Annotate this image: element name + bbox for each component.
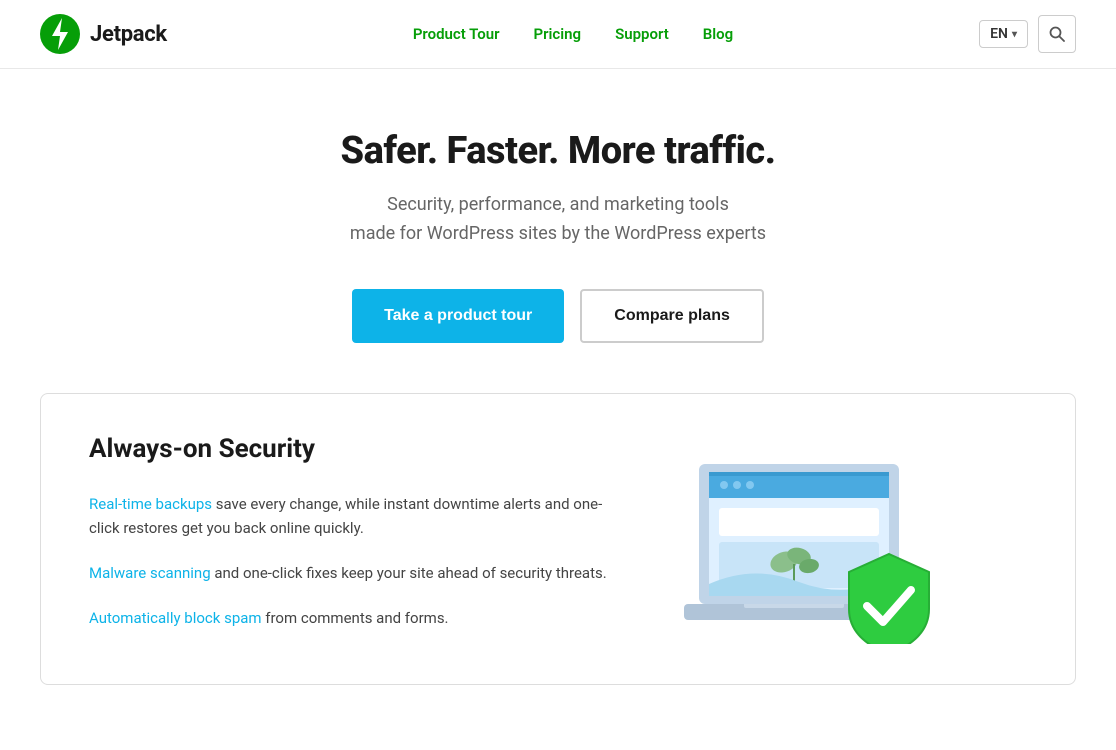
card-paragraph-2-text: and one-click fixes keep your site ahead… [211, 564, 607, 582]
card-title: Always-on Security [89, 434, 609, 464]
header: Jetpack Product Tour Pricing Support Blo… [0, 0, 1116, 69]
security-section: Always-on Security Real-time backups sav… [0, 393, 1116, 725]
malware-scanning-link[interactable]: Malware scanning [89, 564, 211, 582]
hero-subtitle: Security, performance, and marketing too… [40, 191, 1076, 249]
laptop-security-image [654, 434, 944, 644]
card-paragraph-3: Automatically block spam from comments a… [89, 606, 609, 631]
block-spam-link[interactable]: Automatically block spam [89, 609, 262, 627]
nav-support[interactable]: Support [601, 19, 683, 49]
hero-subtitle-line2: made for WordPress sites by the WordPres… [350, 223, 766, 244]
nav-product-tour[interactable]: Product Tour [399, 19, 514, 49]
language-selector[interactable]: EN ▾ [979, 20, 1028, 48]
hero-title: Safer. Faster. More traffic. [40, 129, 1076, 173]
card-content: Always-on Security Real-time backups sav… [89, 434, 609, 631]
card-body: Real-time backups save every change, whi… [89, 492, 609, 631]
jetpack-logo-icon [40, 14, 80, 54]
lang-label: EN [990, 26, 1008, 42]
search-icon [1049, 26, 1065, 42]
hero-cta-buttons: Take a product tour Compare plans [40, 289, 1076, 343]
card-paragraph-2: Malware scanning and one-click fixes kee… [89, 561, 609, 586]
card-paragraph-3-text: from comments and forms. [262, 609, 449, 627]
take-product-tour-button[interactable]: Take a product tour [352, 289, 564, 343]
card-paragraph-1: Real-time backups save every change, whi… [89, 492, 609, 542]
hero-section: Safer. Faster. More traffic. Security, p… [0, 69, 1116, 393]
chevron-down-icon: ▾ [1012, 29, 1017, 40]
hero-subtitle-line1: Security, performance, and marketing too… [387, 194, 729, 215]
logo[interactable]: Jetpack [40, 14, 167, 54]
nav-actions: EN ▾ [979, 15, 1076, 53]
security-illustration [649, 434, 949, 644]
main-nav: Product Tour Pricing Support Blog [399, 19, 747, 49]
nav-pricing[interactable]: Pricing [520, 19, 596, 49]
compare-plans-button[interactable]: Compare plans [580, 289, 764, 343]
realtime-backups-link[interactable]: Real-time backups [89, 495, 212, 513]
nav-blog[interactable]: Blog [689, 19, 747, 49]
logo-text: Jetpack [90, 22, 167, 47]
security-card: Always-on Security Real-time backups sav… [40, 393, 1076, 685]
search-button[interactable] [1038, 15, 1076, 53]
